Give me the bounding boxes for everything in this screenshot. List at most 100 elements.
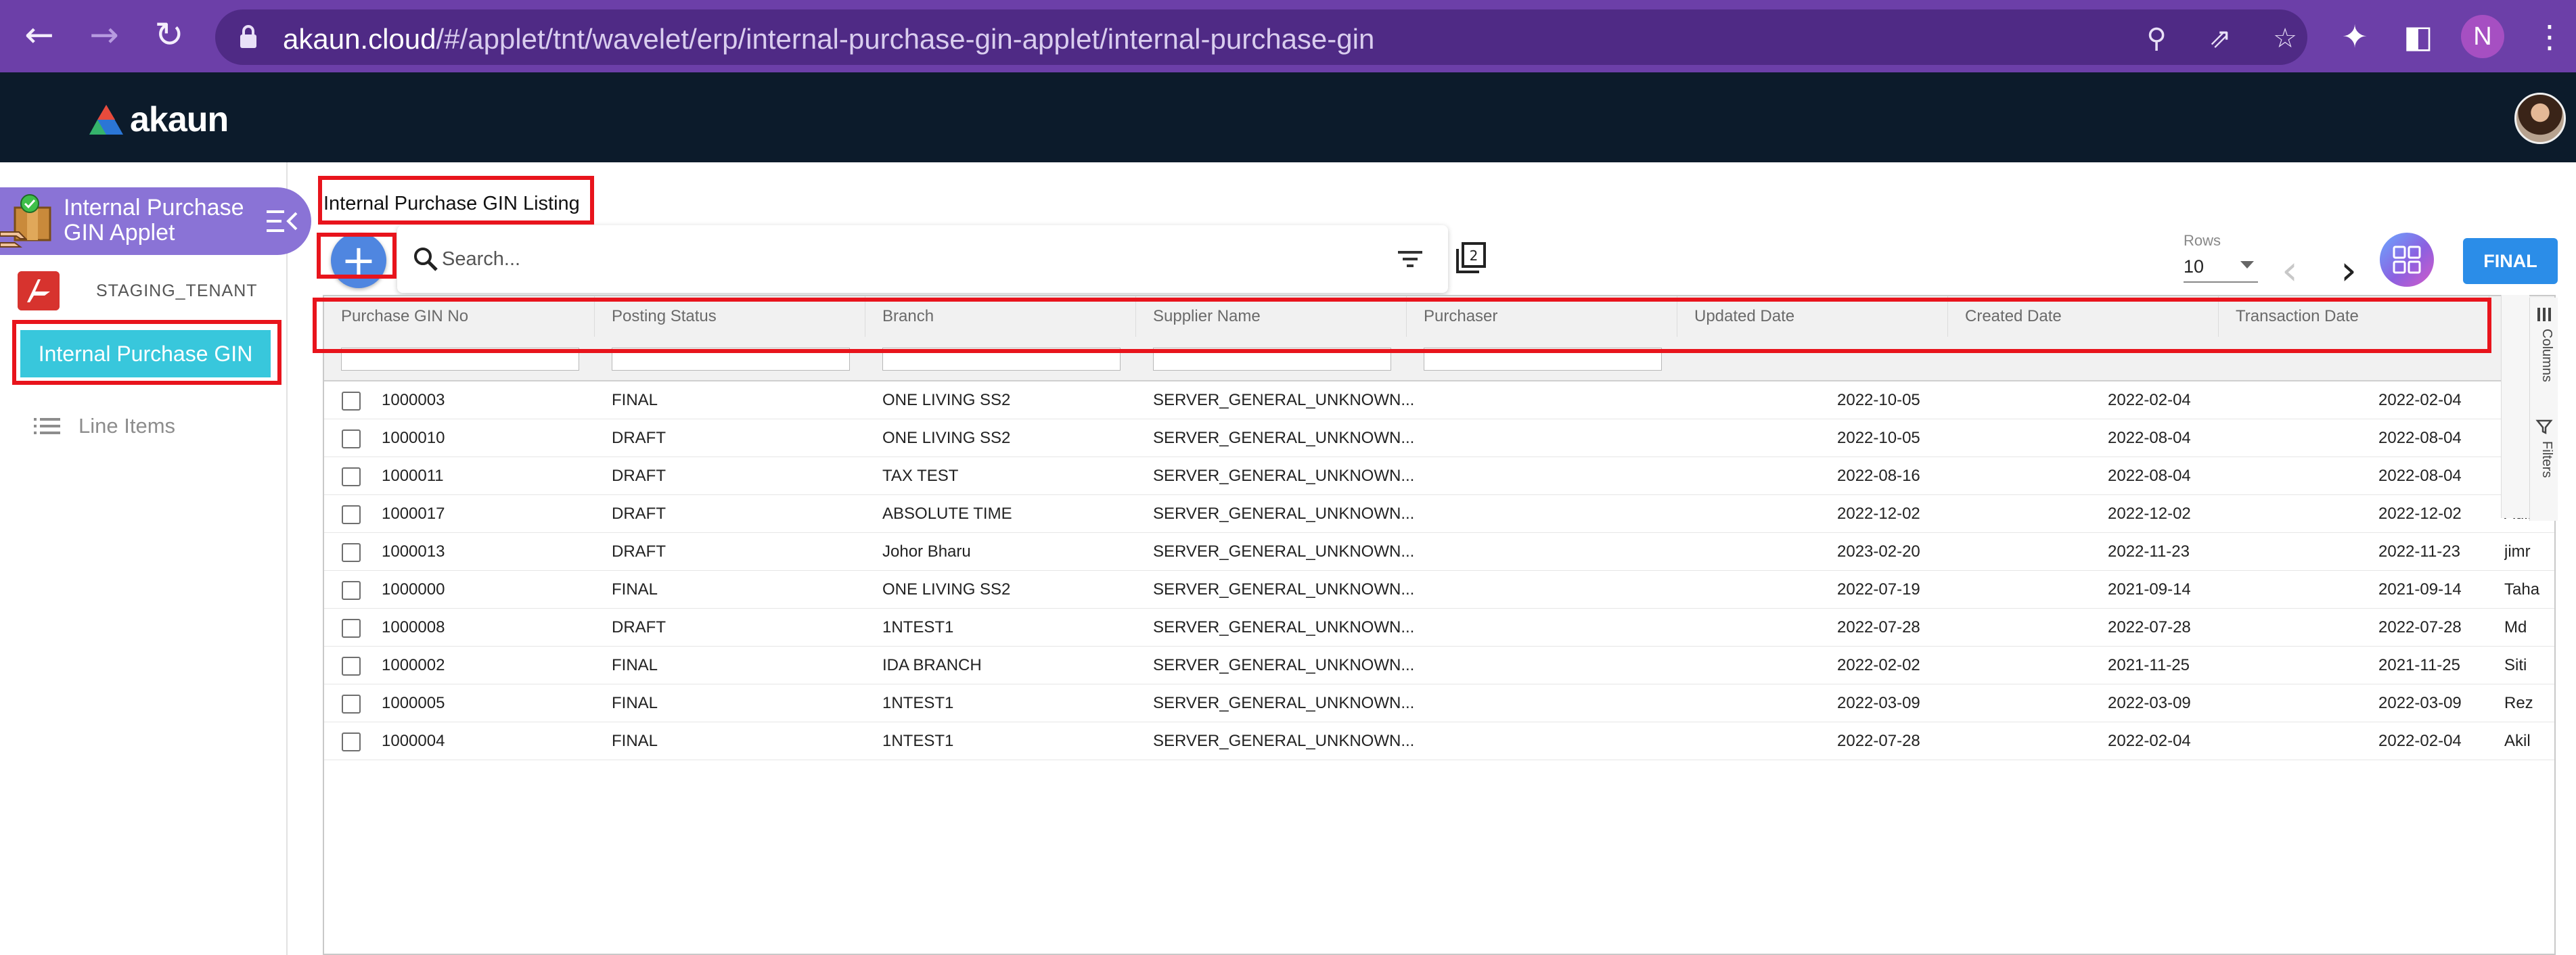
- filter-input-purchaser[interactable]: [1424, 348, 1662, 371]
- tenant-logo-icon: [18, 271, 60, 310]
- lock-icon: [240, 25, 256, 48]
- reload-icon[interactable]: ↻: [149, 15, 189, 55]
- cell-supplier-name: SERVER_GENERAL_UNKNOWN...: [1153, 694, 1415, 712]
- column-header-posting-status[interactable]: Posting Status: [595, 296, 865, 337]
- search-icon: [414, 248, 438, 271]
- filter-input-branch[interactable]: [882, 348, 1121, 371]
- forward-icon[interactable]: →: [84, 15, 125, 55]
- back-icon[interactable]: ←: [19, 15, 60, 55]
- cell-posting-status: DRAFT: [612, 505, 666, 523]
- next-page-icon[interactable]: ›: [2341, 250, 2368, 291]
- row-checkbox[interactable]: [342, 543, 361, 562]
- cell-branch: 1NTEST1: [882, 694, 954, 712]
- cell-created-date: 2022-02-04: [2108, 732, 2191, 750]
- cell-branch: 1NTEST1: [882, 618, 954, 636]
- tool-panel-tabs: Columns Filters: [2529, 298, 2558, 521]
- previous-page-icon[interactable]: ‹: [2282, 250, 2309, 291]
- address-bar[interactable]: akaun.cloud/#/applet/tnt/wavelet/erp/int…: [215, 9, 2307, 65]
- cell-posting-status: DRAFT: [612, 429, 666, 447]
- cell-created-date: 2022-02-04: [2108, 391, 2191, 409]
- cell-created-date: 2022-07-28: [2108, 618, 2191, 636]
- row-checkbox[interactable]: [342, 581, 361, 600]
- tab-filters[interactable]: Filters: [2534, 441, 2554, 478]
- cell-supplier-name: SERVER_GENERAL_UNKNOWN...: [1153, 467, 1415, 485]
- column-header-created-date[interactable]: Created Date: [1948, 296, 2219, 337]
- row-checkbox[interactable]: [342, 392, 361, 411]
- column-header-updated-date[interactable]: Updated Date: [1677, 296, 1948, 337]
- row-checkbox[interactable]: [342, 732, 361, 751]
- menu-icon[interactable]: ⋮: [2531, 18, 2569, 55]
- cell-purchase-gin-no: 1000002: [382, 656, 445, 674]
- search-bar: [397, 225, 1448, 293]
- tab-columns[interactable]: Columns: [2534, 329, 2554, 382]
- table-row[interactable]: 1000005 FINAL 1NTEST1 SERVER_GENERAL_UNKNOW…: [324, 684, 2554, 722]
- zoom-icon[interactable]: ⚲: [2140, 22, 2173, 55]
- cell-transaction-date: 2022-11-23: [2378, 542, 2460, 561]
- cell-supplier-name: SERVER_GENERAL_UNKNOWN...: [1153, 429, 1415, 447]
- main-content: Internal Purchase GIN Listing + 2 Rows 1…: [289, 162, 2576, 955]
- column-header-branch[interactable]: Branch: [865, 296, 1136, 337]
- data-grid: Purchase GIN No Posting Status Branch Su…: [323, 295, 2556, 955]
- list-icon: [34, 418, 60, 434]
- row-checkbox[interactable]: [342, 657, 361, 676]
- column-header-supplier-name[interactable]: Supplier Name: [1136, 296, 1407, 337]
- sidebar-item-line-items[interactable]: Line Items: [34, 414, 175, 438]
- sidebar-item-internal-purchase-gin[interactable]: Internal Purchase GIN: [20, 330, 271, 377]
- table-row[interactable]: 1000010 DRAFT ONE LIVING SS2 SERVER_GENERAL…: [324, 419, 2554, 457]
- cell-transaction-date: 2022-02-04: [2378, 391, 2462, 409]
- cell-posting-status: DRAFT: [612, 618, 666, 636]
- cell-transaction-date: 2022-03-09: [2378, 694, 2462, 712]
- table-row[interactable]: 1000013 DRAFT Johor Bharu SERVER_GENERAL_UN…: [324, 533, 2554, 571]
- filter-input-posting-status[interactable]: [612, 348, 850, 371]
- row-checkbox[interactable]: [342, 619, 361, 638]
- sidebar-item-label: Line Items: [78, 414, 176, 438]
- table-row[interactable]: 1000000 FINAL ONE LIVING SS2 SERVER_GENERAL…: [324, 571, 2554, 609]
- logo-mark-icon: [89, 105, 123, 135]
- table-row[interactable]: 1000011 DRAFT TAX TEST SERVER_GENERAL_UNKNO…: [324, 457, 2554, 495]
- row-checkbox[interactable]: [342, 505, 361, 524]
- profile-button[interactable]: N: [2461, 15, 2504, 58]
- cell-updated-date: 2022-02-02: [1837, 656, 1920, 674]
- table-row[interactable]: 1000003 FINAL ONE LIVING SS2 SERVER_GENERAL…: [324, 381, 2554, 419]
- sidepanel-icon[interactable]: ◧: [2399, 18, 2437, 55]
- final-button[interactable]: FINAL: [2463, 238, 2558, 284]
- cell-branch: ONE LIVING SS2: [882, 580, 1011, 599]
- akaun-logo[interactable]: akaun: [88, 99, 229, 140]
- row-checkbox[interactable]: [342, 467, 361, 486]
- extensions-icon[interactable]: ✦: [2336, 18, 2374, 55]
- cell-created-by: jimr: [2504, 542, 2531, 561]
- column-header-transaction-date[interactable]: Transaction Date: [2219, 296, 2489, 337]
- cell-supplier-name: SERVER_GENERAL_UNKNOWN...: [1153, 580, 1415, 599]
- collapse-menu-icon[interactable]: [265, 206, 299, 236]
- filter-icon[interactable]: [1397, 248, 1424, 270]
- share-icon[interactable]: ⇗: [2203, 22, 2237, 55]
- table-row[interactable]: 1000017 DRAFT ABSOLUTE TIME SERVER_GENERAL_…: [324, 495, 2554, 533]
- table-row[interactable]: 1000008 DRAFT 1NTEST1 SERVER_GENERAL_UNKNOW…: [324, 609, 2554, 647]
- cell-posting-status: FINAL: [612, 694, 658, 712]
- cell-created-date: 2021-11-25: [2108, 656, 2190, 674]
- cell-created-by: Md: [2504, 618, 2527, 636]
- copy-icon[interactable]: 2: [1453, 241, 1487, 275]
- filter-input-supplier-name[interactable]: [1153, 348, 1391, 371]
- rows-per-page-select[interactable]: 10: [2184, 252, 2258, 283]
- cell-purchase-gin-no: 1000008: [382, 618, 445, 636]
- column-header-purchase-gin-no[interactable]: Purchase GIN No: [324, 296, 595, 337]
- row-checkbox[interactable]: [342, 695, 361, 714]
- applet-icon: [0, 194, 51, 248]
- star-icon[interactable]: ☆: [2268, 22, 2302, 55]
- tenant-switcher[interactable]: STAGING_TENANT: [18, 271, 258, 311]
- add-button[interactable]: +: [331, 233, 386, 288]
- grid-view-button[interactable]: [2380, 233, 2434, 287]
- user-avatar[interactable]: [2514, 93, 2566, 144]
- filter-input-purchase-gin-no[interactable]: [341, 348, 579, 371]
- row-checkbox[interactable]: [342, 429, 361, 448]
- cell-purchase-gin-no: 1000011: [382, 467, 444, 485]
- column-header-purchaser[interactable]: Purchaser: [1407, 296, 1677, 337]
- search-input[interactable]: [442, 241, 1355, 277]
- table-row[interactable]: 1000004 FINAL 1NTEST1 SERVER_GENERAL_UNKNOW…: [324, 722, 2554, 760]
- table-row[interactable]: 1000002 FINAL IDA BRANCH SERVER_GENERAL_UNK…: [324, 647, 2554, 684]
- filter-funnel-icon: [2535, 418, 2553, 436]
- applet-header: Internal Purchase GIN Applet: [0, 187, 311, 255]
- cell-updated-date: 2022-07-19: [1837, 580, 1920, 599]
- cell-transaction-date: 2022-08-04: [2378, 467, 2462, 485]
